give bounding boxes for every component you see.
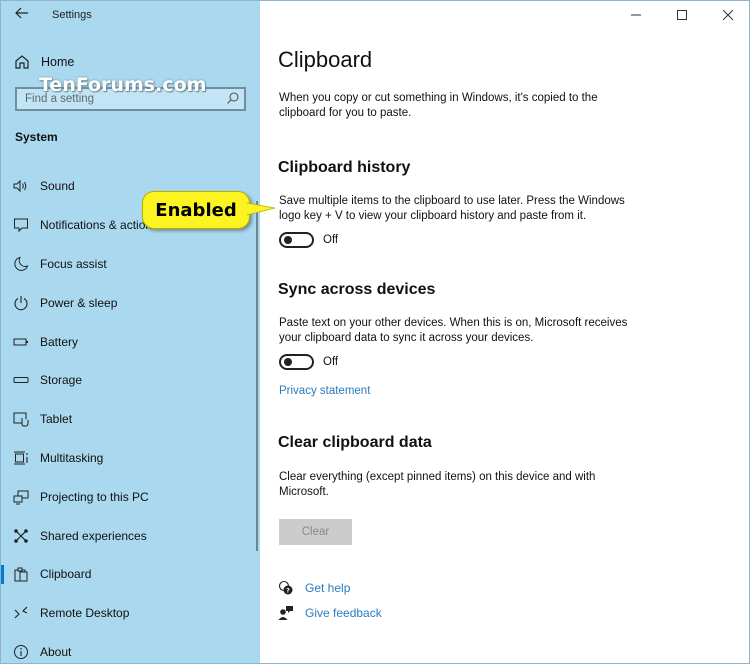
- minimize-icon: [631, 14, 641, 16]
- page-title: Clipboard: [278, 47, 373, 72]
- sidebar: Settings Home TenForums.com System Sound…: [1, 1, 260, 663]
- sidebar-scrollbar[interactable]: [256, 201, 258, 551]
- app-title: Settings: [52, 9, 92, 21]
- sidebar-item-battery[interactable]: Battery: [1, 322, 256, 361]
- toggle-knob: [284, 358, 292, 366]
- sidebar-item-tablet[interactable]: Tablet: [1, 400, 256, 439]
- sidebar-nav: Sound Notifications & actions Focus assi…: [1, 167, 256, 663]
- clipboard-history-heading: Clipboard history: [278, 159, 411, 176]
- title-bar: Settings: [1, 1, 260, 31]
- back-arrow-icon: [15, 7, 28, 19]
- give-feedback-row[interactable]: Give feedback: [278, 605, 382, 621]
- section-title: System: [15, 130, 58, 144]
- enabled-callout: Enabled: [142, 191, 250, 229]
- shared-experiences-icon: [13, 528, 29, 544]
- sidebar-item-power-sleep[interactable]: Power & sleep: [1, 283, 256, 322]
- sidebar-item-clipboard[interactable]: Clipboard: [1, 555, 256, 594]
- clipboard-history-description: Save multiple items to the clipboard to …: [279, 195, 625, 222]
- sync-toggle-state: Off: [323, 356, 339, 368]
- clipboard-history-toggle-state: Off: [323, 234, 339, 246]
- sidebar-item-label: Notifications & actions: [40, 218, 159, 233]
- home-label: Home: [41, 55, 75, 69]
- sidebar-item-storage[interactable]: Storage: [1, 361, 256, 400]
- moon-icon: [13, 256, 29, 272]
- sidebar-item-label: Storage: [40, 373, 83, 388]
- sidebar-item-home[interactable]: Home: [13, 52, 74, 72]
- sidebar-item-label: Power & sleep: [40, 295, 118, 310]
- battery-icon: [13, 334, 29, 350]
- sidebar-item-label: Battery: [40, 334, 79, 349]
- sync-toggle-row: Off: [279, 354, 338, 370]
- give-feedback-link[interactable]: Give feedback: [305, 606, 382, 620]
- message-icon: [13, 217, 29, 233]
- get-help-row[interactable]: ? Get help: [278, 580, 350, 596]
- clear-description: Clear everything (except pinned items) o…: [279, 471, 596, 498]
- sidebar-item-label: About: [40, 644, 72, 659]
- home-icon: [15, 55, 29, 69]
- sync-description: Paste text on your other devices. When t…: [279, 317, 628, 344]
- sidebar-item-about[interactable]: About: [1, 633, 256, 663]
- privacy-statement-link[interactable]: Privacy statement: [279, 385, 370, 397]
- sidebar-item-label: Shared experiences: [40, 528, 147, 543]
- callout-pointer-icon: [247, 202, 276, 216]
- settings-window: Settings Home TenForums.com System Sound…: [0, 0, 750, 664]
- speaker-icon: [13, 178, 29, 194]
- intro-text: When you copy or cut something in Window…: [279, 92, 598, 119]
- svg-text:?: ?: [286, 588, 290, 595]
- sidebar-item-label: Tablet: [40, 412, 73, 427]
- get-help-link[interactable]: Get help: [305, 581, 350, 595]
- sidebar-item-label: Focus assist: [40, 256, 107, 271]
- search-icon[interactable]: [226, 91, 240, 105]
- clear-heading: Clear clipboard data: [278, 434, 432, 451]
- sidebar-item-label: Remote Desktop: [40, 606, 130, 621]
- sidebar-item-label: Sound: [40, 179, 75, 194]
- tablet-icon: [13, 411, 29, 427]
- give-feedback-icon: [278, 606, 293, 620]
- info-icon: [13, 644, 29, 660]
- window-controls: [613, 1, 749, 29]
- clipboard-history-toggle[interactable]: [279, 232, 314, 248]
- sidebar-item-remote-desktop[interactable]: Remote Desktop: [1, 594, 256, 633]
- sidebar-item-multitasking[interactable]: Multitasking: [1, 439, 256, 478]
- projecting-icon: [13, 489, 29, 505]
- sidebar-item-projecting[interactable]: Projecting to this PC: [1, 477, 256, 516]
- clipboard-icon: [13, 566, 29, 582]
- sidebar-item-label: Clipboard: [40, 567, 92, 582]
- power-icon: [13, 295, 29, 311]
- sync-toggle[interactable]: [279, 354, 314, 370]
- sidebar-item-label: Projecting to this PC: [40, 489, 149, 504]
- minimize-button[interactable]: [613, 1, 659, 29]
- close-icon: [723, 10, 733, 20]
- get-help-icon: ?: [278, 580, 293, 595]
- main-content: Clipboard When you copy or cut something…: [260, 1, 749, 663]
- close-button[interactable]: [705, 1, 749, 29]
- maximize-button[interactable]: [659, 1, 705, 29]
- maximize-icon: [677, 10, 687, 20]
- sync-heading: Sync across devices: [278, 281, 436, 298]
- multitasking-icon: [13, 450, 29, 466]
- clipboard-history-toggle-row: Off: [279, 232, 338, 248]
- sidebar-item-shared-experiences[interactable]: Shared experiences: [1, 516, 256, 555]
- remote-desktop-icon: [13, 605, 29, 621]
- sidebar-item-label: Multitasking: [40, 450, 104, 465]
- storage-icon: [13, 372, 29, 388]
- clear-button[interactable]: Clear: [279, 519, 352, 545]
- toggle-knob: [284, 236, 292, 244]
- sidebar-item-focus-assist[interactable]: Focus assist: [1, 245, 256, 284]
- back-button[interactable]: [11, 5, 33, 25]
- watermark: TenForums.com: [39, 74, 207, 96]
